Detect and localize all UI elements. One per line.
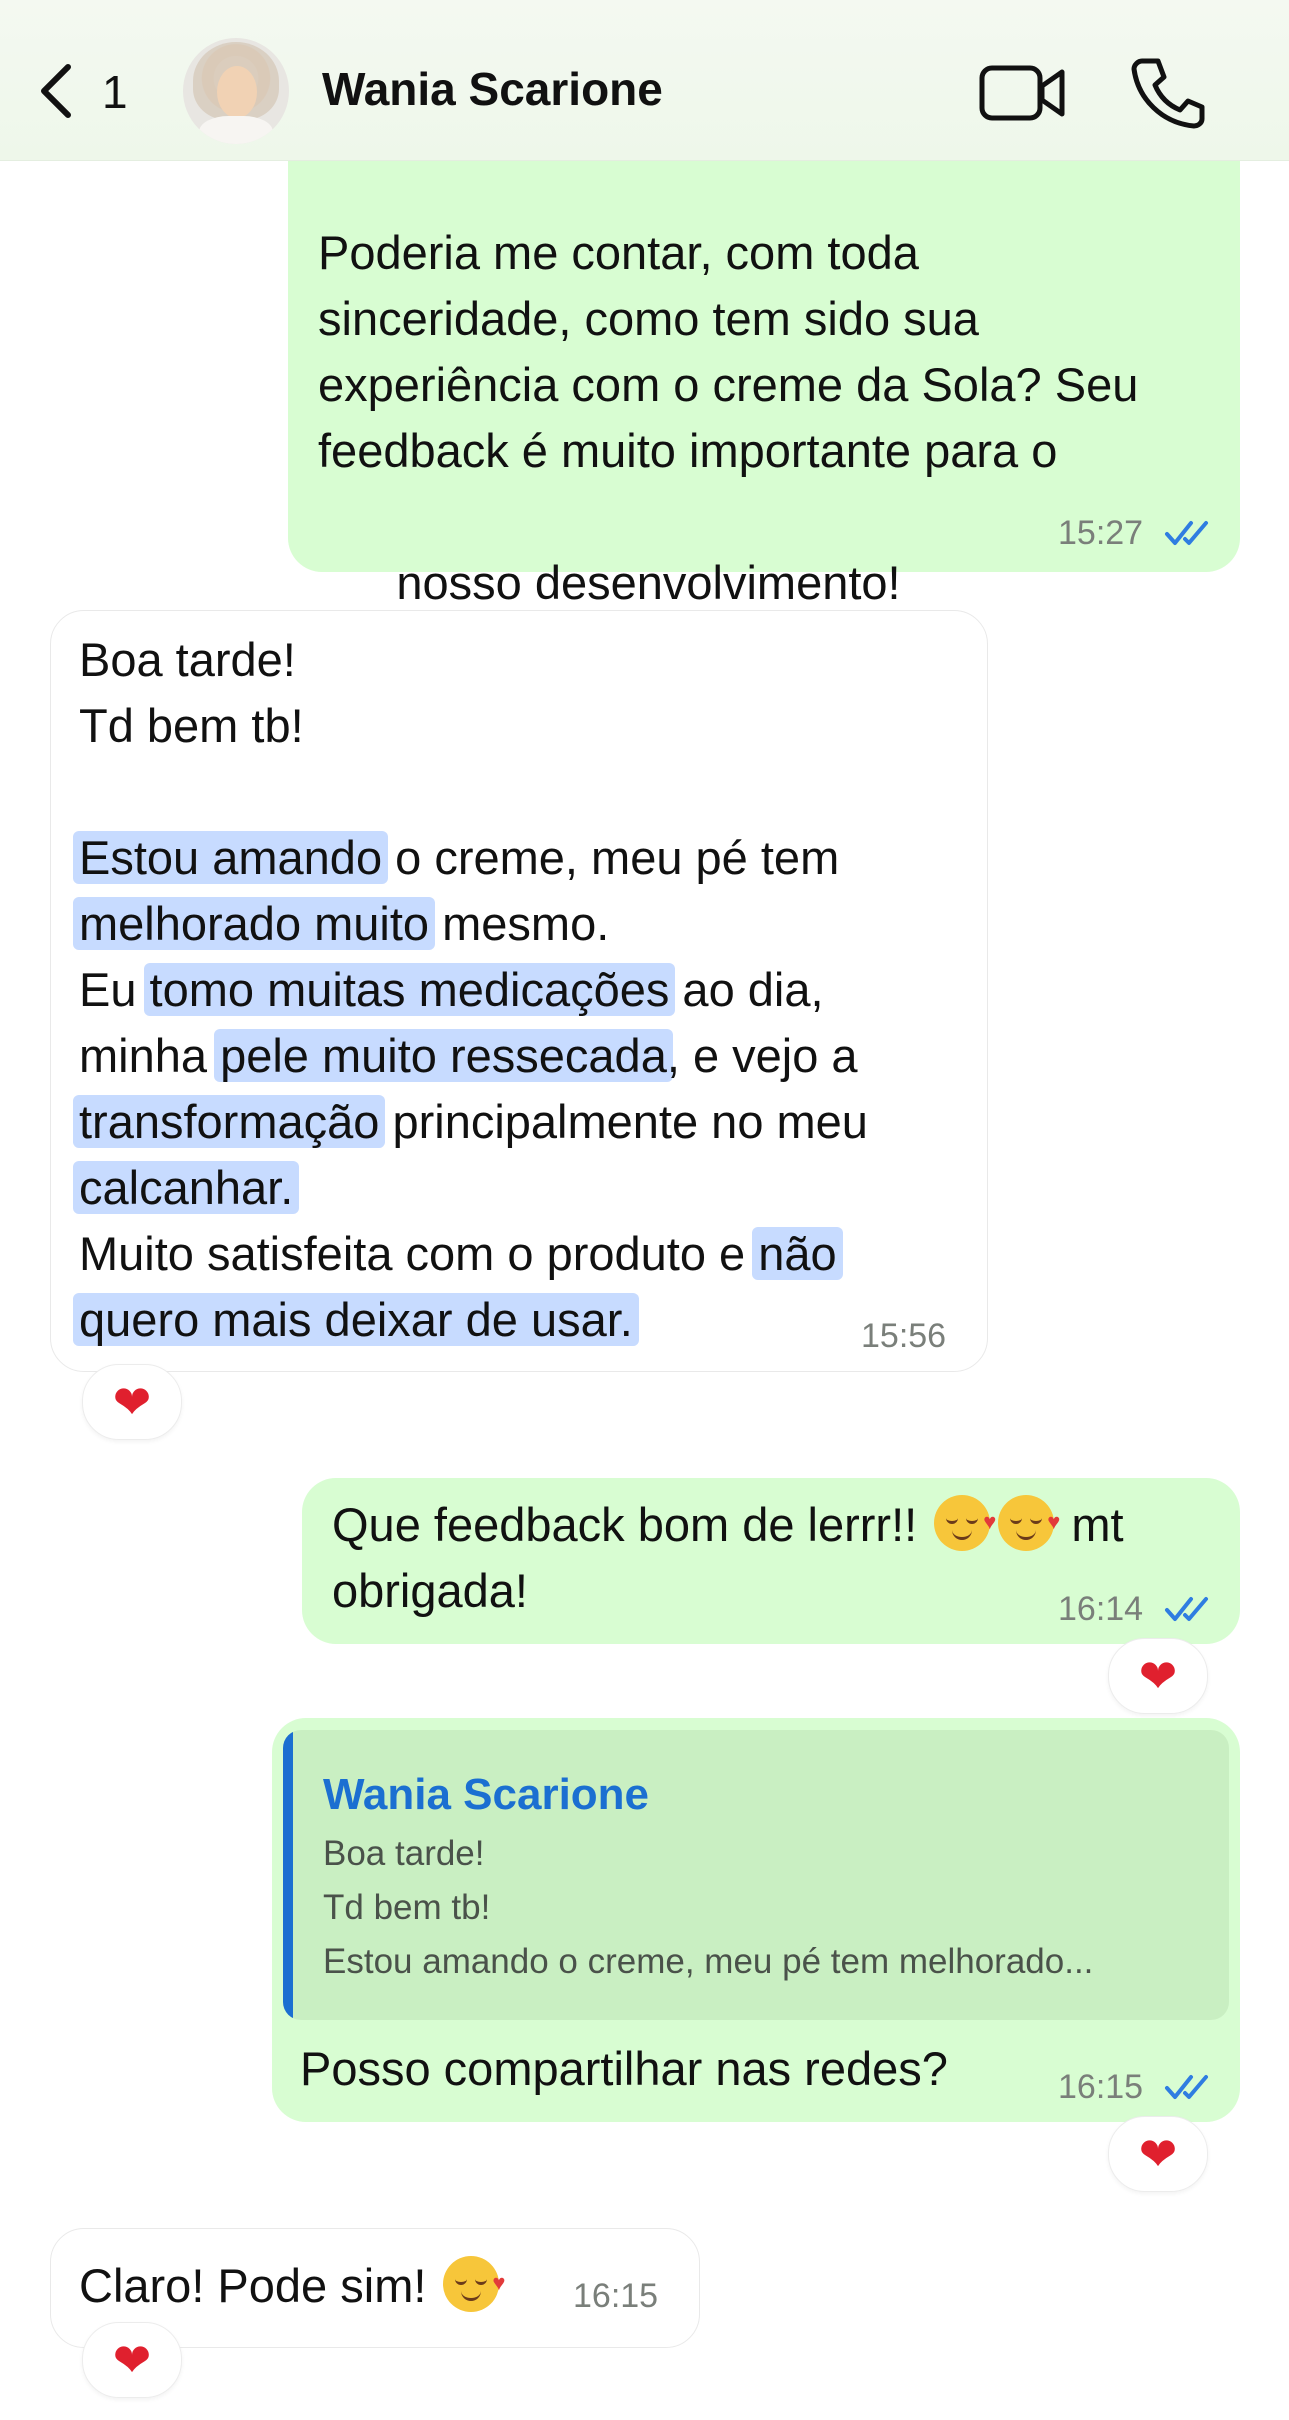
highlighted-text: transformação (73, 1095, 386, 1148)
message-line: Estou amando o creme, meu pé tem (73, 825, 840, 891)
message-timestamp: 16:14 (1058, 1590, 1144, 1628)
message-timestamp: 16:15 (1058, 2068, 1144, 2106)
contact-name[interactable]: Wania Scarione (322, 62, 663, 116)
highlighted-text: melhorado muito (73, 897, 436, 950)
quoted-sender-name: Wania Scarione (323, 1770, 650, 1819)
message-text: ao dia, (669, 963, 824, 1016)
message-timestamp: 15:27 (1058, 514, 1144, 552)
quoted-message[interactable]: Wania Scarione Boa tarde! Td bem tb! Est… (283, 1730, 1229, 2020)
message-line: Muito satisfeita com o produto e não (79, 1221, 843, 1287)
read-ticks-icon (1165, 521, 1208, 545)
message-text: Claro! Pode sim! (79, 2259, 427, 2312)
message-timestamp: 16:15 (573, 2277, 659, 2315)
message-text: principalmente no meu (379, 1095, 868, 1148)
message-text: Eu (79, 963, 150, 1016)
highlighted-text: tomo muitas medicações (143, 963, 676, 1016)
message-timestamp: 15:56 (861, 1317, 947, 1355)
message-line: minha pele muito ressecada, e vejo a (79, 1023, 858, 1089)
heart-reaction[interactable]: ❤ (1108, 1638, 1208, 1714)
read-ticks-icon (1165, 1597, 1208, 1621)
incoming-message-bubble[interactable]: Boa tarde! Td bem tb! Estou amando o cre… (50, 610, 988, 1372)
chat-window: 1 Wania Scarione Poderia me contar, com … (0, 0, 1289, 2420)
highlighted-text: Estou amando (73, 831, 389, 884)
avatar[interactable] (183, 38, 289, 144)
heart-icon: ❤ (112, 1376, 152, 1428)
avatar-face (217, 66, 257, 118)
message-text: minha (79, 1029, 221, 1082)
quoted-text-line: Td bem tb! (323, 1888, 491, 1927)
heart-reaction[interactable]: ❤ (1108, 2116, 1208, 2192)
quote-accent-bar (283, 1730, 293, 2020)
outgoing-message-bubble[interactable]: Que feedback bom de lerrr!! ♥ ♥ mt obriga… (302, 1478, 1240, 1644)
message-line: Eu tomo muitas medicações ao dia, (79, 957, 824, 1023)
message-text: Posso compartilhar nas redes? (300, 2042, 948, 2095)
message-line: calcanhar. (73, 1155, 300, 1221)
message-line: Poderia me contar, com toda (318, 226, 919, 279)
message-text: o creme, meu pé tem (382, 831, 840, 884)
avatar-body (199, 116, 273, 144)
quoted-text-line: Estou amando o creme, meu pé tem melhora… (323, 1942, 1094, 1981)
message-line: sinceridade, como tem sido sua (318, 292, 979, 345)
heart-icon: ❤ (1138, 2128, 1178, 2180)
message-text: Muito satisfeita com o produto e (79, 1227, 759, 1280)
message-line: melhorado muito mesmo. (73, 891, 610, 957)
highlighted-text: calcanhar. (73, 1161, 300, 1214)
heart-reaction[interactable]: ❤ (82, 2322, 182, 2398)
message-line: quero mais deixar de usar. (73, 1287, 639, 1353)
voice-call-button[interactable] (1128, 55, 1208, 130)
message-text: Que feedback bom de lerrr!! (332, 1498, 918, 1551)
back-button[interactable]: 1 (30, 55, 160, 125)
message-text: mt (1071, 1498, 1124, 1551)
quoted-text-line: Boa tarde! (323, 1834, 485, 1873)
message-line: Que feedback bom de lerrr!! ♥ ♥ mt (332, 1492, 1124, 1558)
message-line: Boa tarde! (79, 633, 296, 686)
message-text: mesmo. (429, 897, 610, 950)
smiling-hearts-emoji: ♥ (443, 2256, 505, 2312)
message-line: Claro! Pode sim! ♥ (79, 2253, 505, 2319)
chat-header: 1 Wania Scarione (0, 0, 1289, 161)
highlighted-text: pele muito ressecada (214, 1029, 673, 1082)
message-text: , e vejo a (666, 1029, 858, 1082)
heart-reaction[interactable]: ❤ (82, 1364, 182, 1440)
message-line: obrigada! (332, 1564, 528, 1617)
heart-icon: ❤ (1138, 1650, 1178, 1702)
message-line: feedback é muito importante para o (318, 424, 1058, 477)
unread-count: 1 (102, 66, 128, 118)
message-line: experiência com o creme da Sola? Seu (318, 358, 1139, 411)
message-line: transformação principalmente no meu (73, 1089, 868, 1155)
highlighted-text: não (752, 1227, 843, 1280)
smiling-hearts-emoji: ♥ (934, 1495, 996, 1551)
video-call-button[interactable] (978, 58, 1068, 128)
read-ticks-icon (1165, 2075, 1208, 2099)
chevron-left-icon (41, 64, 71, 118)
video-camera-icon (979, 65, 1065, 121)
phone-icon (1131, 58, 1205, 129)
highlighted-text: quero mais deixar de usar. (73, 1293, 639, 1346)
smiling-hearts-emoji: ♥ (998, 1495, 1060, 1551)
message-text: nosso desenvolvimento! (396, 556, 901, 609)
message-line: Td bem tb! (79, 699, 304, 752)
outgoing-message-bubble[interactable]: Poderia me contar, com toda sinceridade,… (288, 110, 1240, 685)
heart-icon: ❤ (112, 2334, 152, 2386)
